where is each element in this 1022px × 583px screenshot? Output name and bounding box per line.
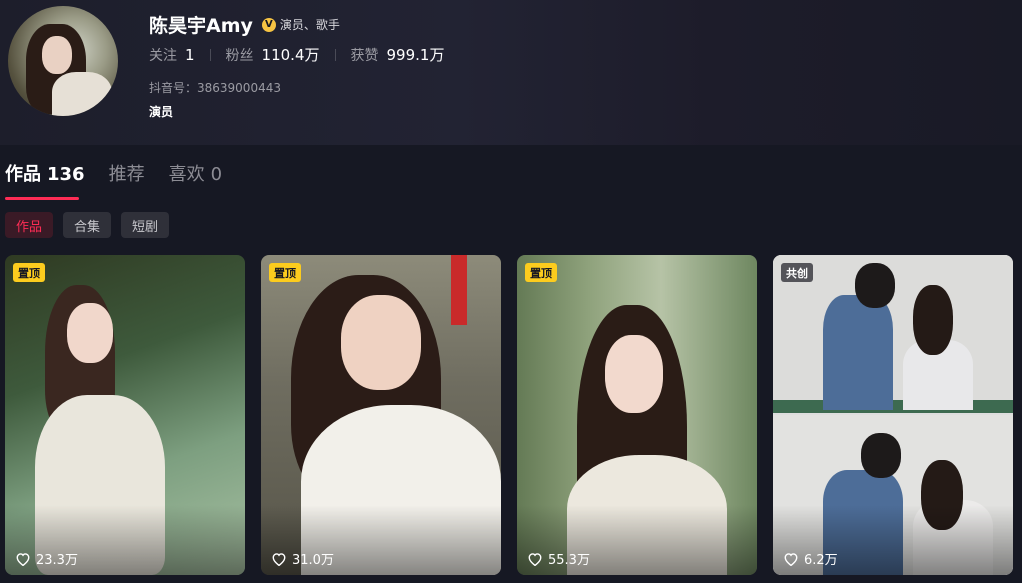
like-count-value: 23.3万 [36,553,78,568]
tab-likes[interactable]: 喜欢 0 [169,160,222,196]
tab-recommend[interactable]: 推荐 [109,160,145,196]
pinned-badge: 置顶 [269,263,301,282]
heart-icon [784,552,798,566]
douyin-id: 抖音号：38639000443 [149,81,281,95]
video-card[interactable]: 置顶 31.0万 [261,255,501,575]
like-count: 55.3万 [527,549,590,568]
like-count: 31.0万 [271,549,334,568]
heart-icon [528,552,542,566]
pinned-badge: 置顶 [525,263,557,282]
avatar[interactable] [8,6,118,116]
divider [334,48,336,61]
stat-label: 获赞 [350,48,379,64]
stat-value: 999.1万 [386,46,445,64]
stat-likes: 获赞 999.1万 [351,44,445,65]
like-count-value: 55.3万 [548,553,590,568]
stat-label: 粉丝 [225,48,254,64]
profile-name: 陈昊宇Amy [149,15,253,37]
stat-value: 1 [185,45,195,64]
divider [209,48,211,61]
stat-value: 110.4万 [261,46,320,64]
profile-stats: 关注 1 粉丝 110.4万 获赞 999.1万 [149,44,444,65]
pinned-badge: 置顶 [13,263,45,282]
profile-name-row: 陈昊宇Amy V 演员、歌手 [149,11,340,38]
tab-label: 作品 [5,164,41,185]
tab-count: 0 [210,164,223,185]
like-count-value: 31.0万 [292,553,334,568]
like-count-value: 6.2万 [804,553,838,568]
profile-tabs: 作品 136 推荐 喜欢 0 [5,160,246,200]
heart-icon [16,552,30,566]
chip-collections[interactable]: 合集 [63,212,112,238]
stat-following[interactable]: 关注 1 [149,45,195,65]
verified-badge-icon: V [261,17,276,32]
like-count: 23.3万 [15,549,78,568]
video-card[interactable]: 共创 6.2万 [773,255,1013,575]
filter-chips: 作品 合集 短剧 [5,212,179,238]
verify-text: 演员、歌手 [279,18,340,32]
video-card[interactable]: 置顶 55.3万 [517,255,757,575]
tab-count: 136 [47,164,85,185]
co-creation-badge: 共创 [781,263,813,282]
stat-followers[interactable]: 粉丝 110.4万 [226,44,320,65]
tab-works[interactable]: 作品 136 [5,160,85,200]
video-card[interactable]: 置顶 23.3万 [5,255,245,575]
chip-short-dramas[interactable]: 短剧 [121,212,170,238]
stat-label: 关注 [149,47,177,64]
like-count: 6.2万 [783,549,838,568]
profile-bio: 演员 [149,105,174,119]
tab-label: 推荐 [108,164,145,185]
tab-label: 喜欢 [168,164,205,185]
chip-works[interactable]: 作品 [5,212,54,238]
heart-icon [272,552,286,566]
